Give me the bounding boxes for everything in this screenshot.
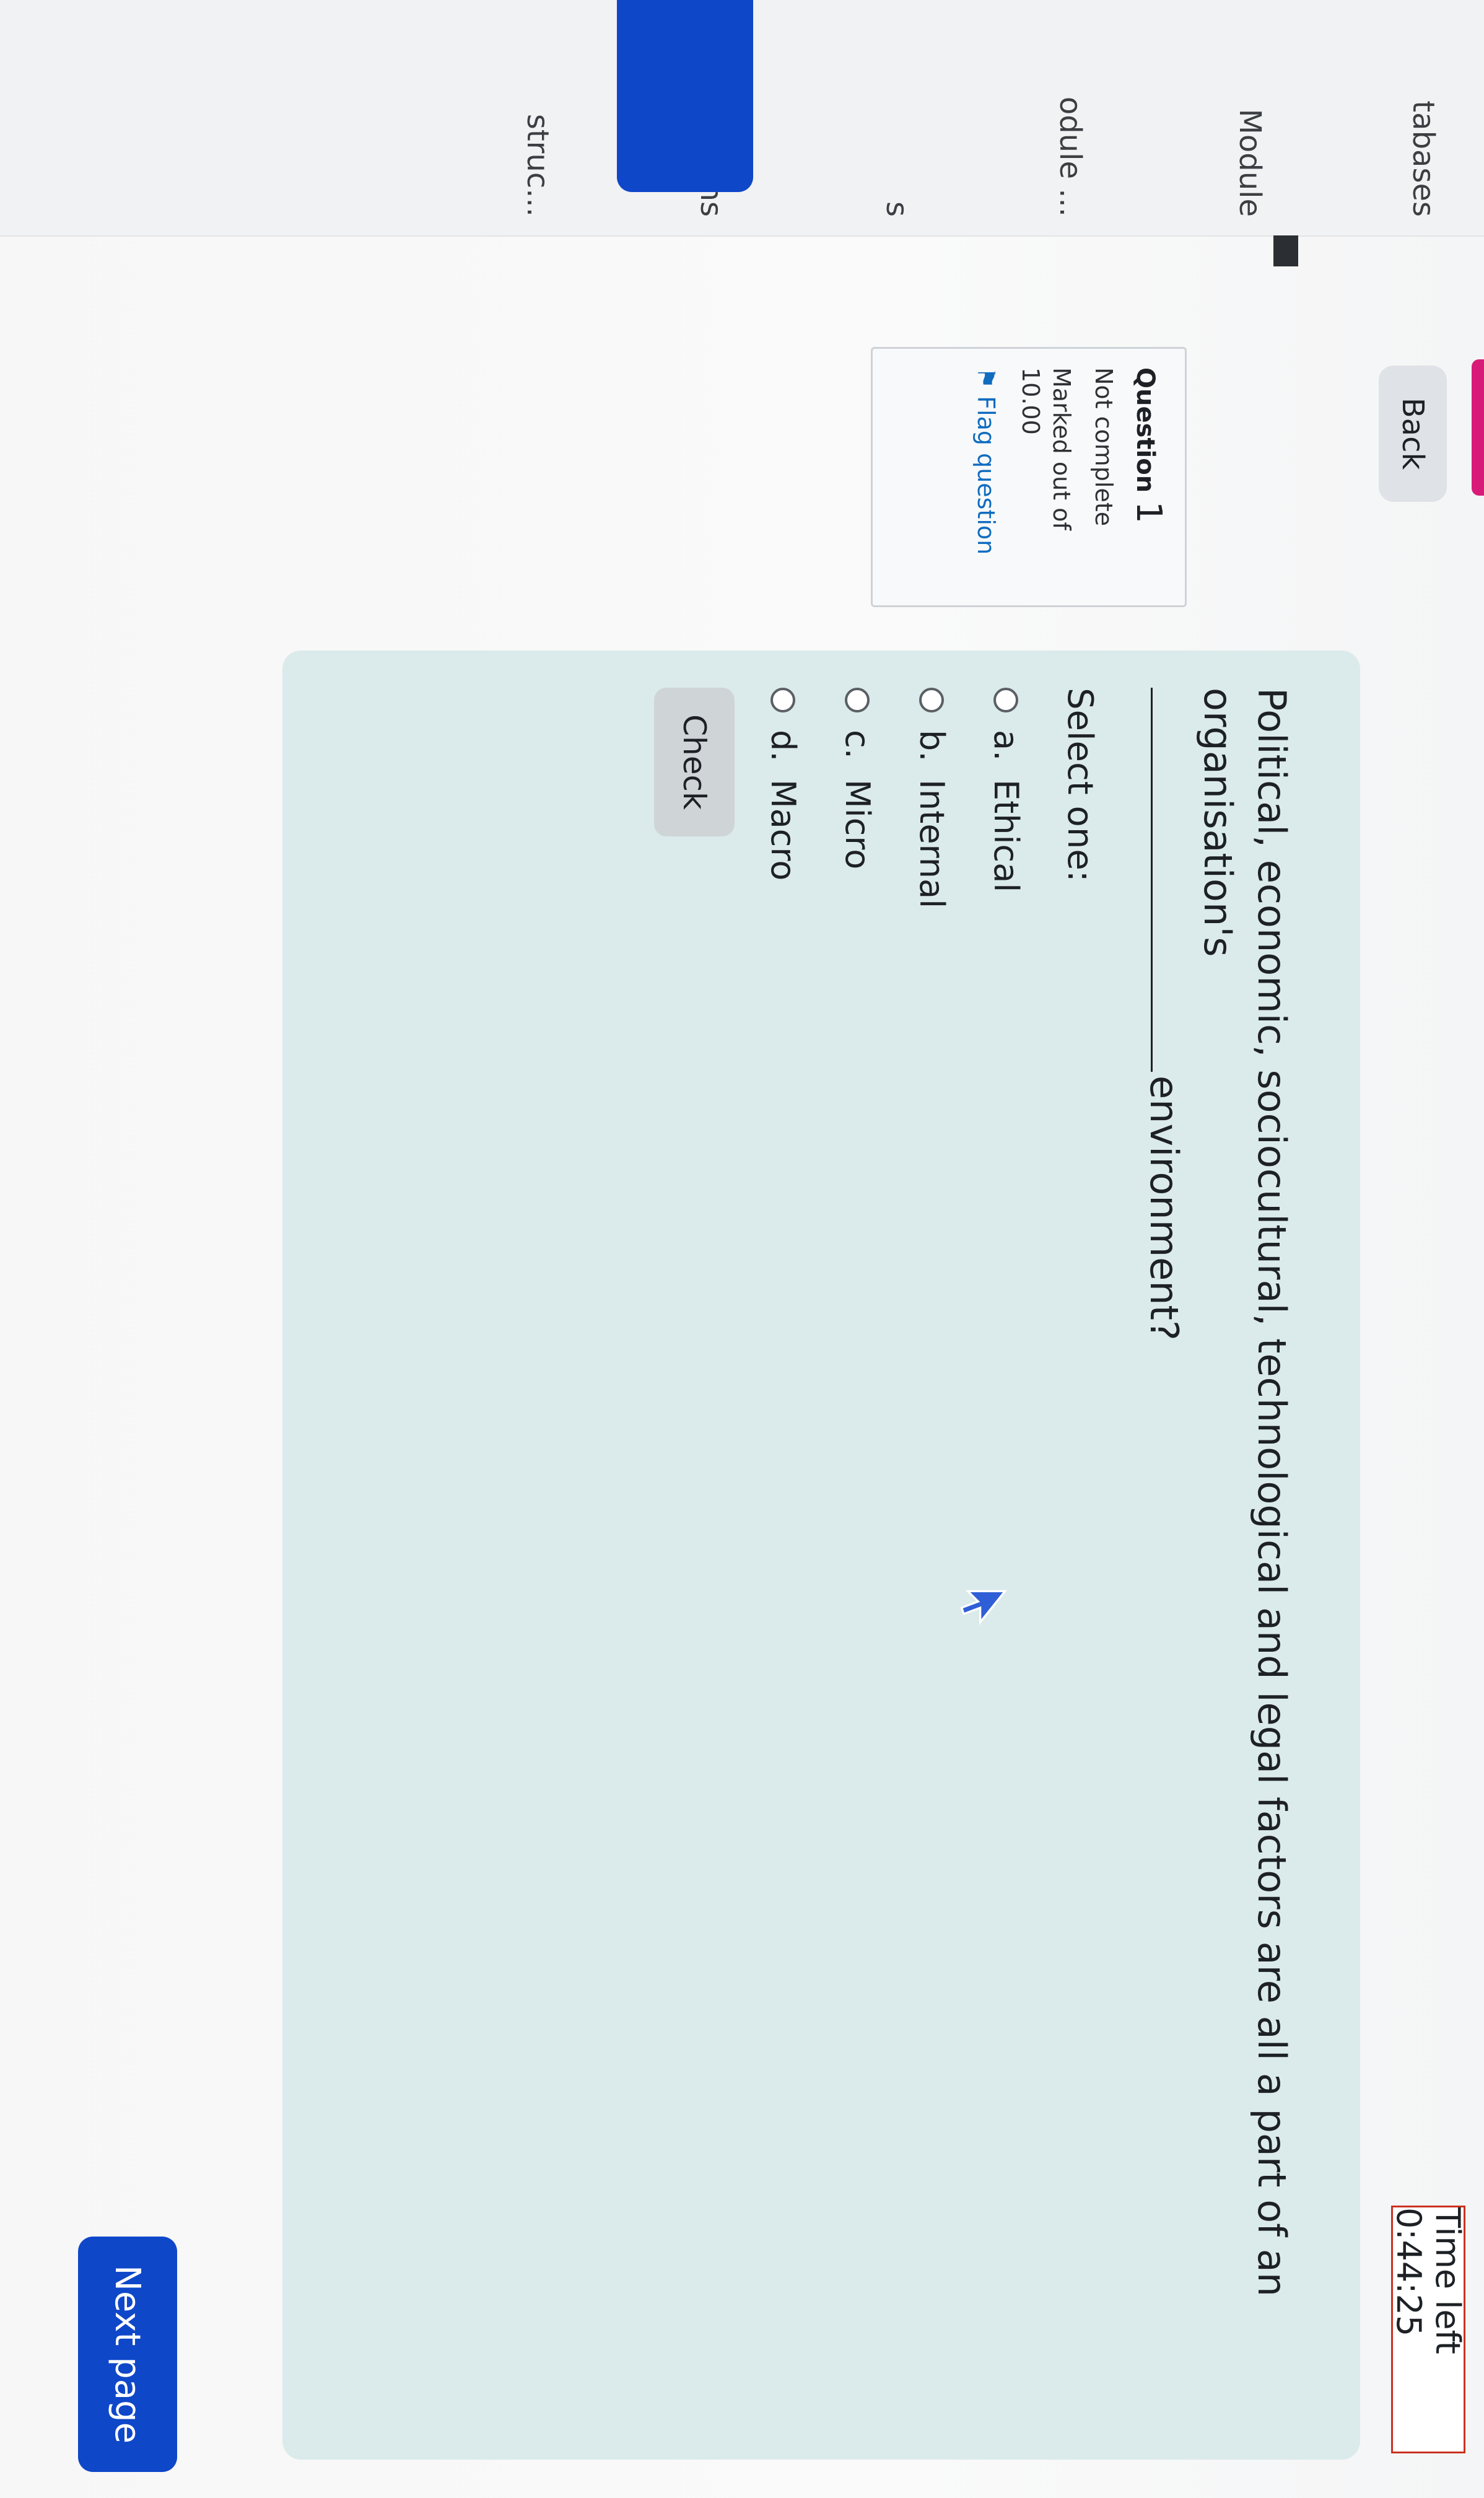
question-heading: Question 1 [1128,367,1169,587]
radio-a[interactable] [993,688,1019,712]
option-a[interactable]: a. Ethical [987,688,1026,892]
nav-item-instructions[interactable]: struc... [512,0,555,235]
radio-b[interactable] [919,688,945,712]
flag-question-link[interactable]: ⚑ Flag question [972,367,1000,587]
marked-out-of-value: 10.00 [1017,367,1044,435]
nav-item-module-2[interactable]: odule ... [1044,0,1088,235]
option-label: Internal [912,779,951,909]
next-page-button[interactable]: Next page [78,2237,177,2472]
drawer-handle[interactable] [1273,235,1298,266]
marked-out-of-label: Marked out of [1048,367,1075,530]
time-left-indicator: Time left 0:44:25 [1389,2206,1467,2453]
flag-question-label: Flag question [972,396,1000,555]
option-letter: b. [912,730,951,762]
quiz-page: tabases Module odule ... s tions struc..… [0,0,1484,2498]
mouse-pointer-icon [960,1590,1007,1626]
question-label: Question [1131,367,1159,493]
option-b[interactable]: b. Internal [912,688,951,908]
question-text: Political, economic, sociocultural, tech… [1137,688,1298,2329]
option-d[interactable]: d. Macro [764,688,803,880]
question-text-part2: environment? [1141,1076,1187,1341]
flag-icon: ⚑ [972,367,1000,389]
select-one-prompt: Select one: [1060,688,1100,882]
back-button[interactable]: Back [1379,366,1447,502]
check-button[interactable]: Check [654,688,735,836]
radio-d[interactable] [770,688,796,712]
option-label: Micro [838,779,877,870]
nav-item-module[interactable]: Module [1224,0,1267,235]
radio-c[interactable] [845,688,870,712]
option-c[interactable]: c. Micro [838,688,877,869]
option-letter: d. [764,730,803,762]
nav-item-databases[interactable]: tabases [1397,0,1441,235]
question-panel: Political, economic, sociocultural, tech… [282,651,1360,2460]
question-number: 1 [1128,501,1169,524]
question-status: Not complete [1090,367,1117,527]
option-letter: a. [987,730,1026,761]
question-info: Question 1 Not complete Marked out of 10… [871,347,1187,607]
question-text-part1: Political, economic, sociocultural, tech… [1195,688,1294,2297]
answer-blank [1151,688,1184,1072]
nav-item-s[interactable]: s [871,0,914,235]
option-label: Macro [764,779,803,881]
option-letter: c. [838,730,877,759]
nav-active-indicator [617,0,753,192]
option-label: Ethical [987,779,1026,893]
accent-tab [1472,359,1484,496]
